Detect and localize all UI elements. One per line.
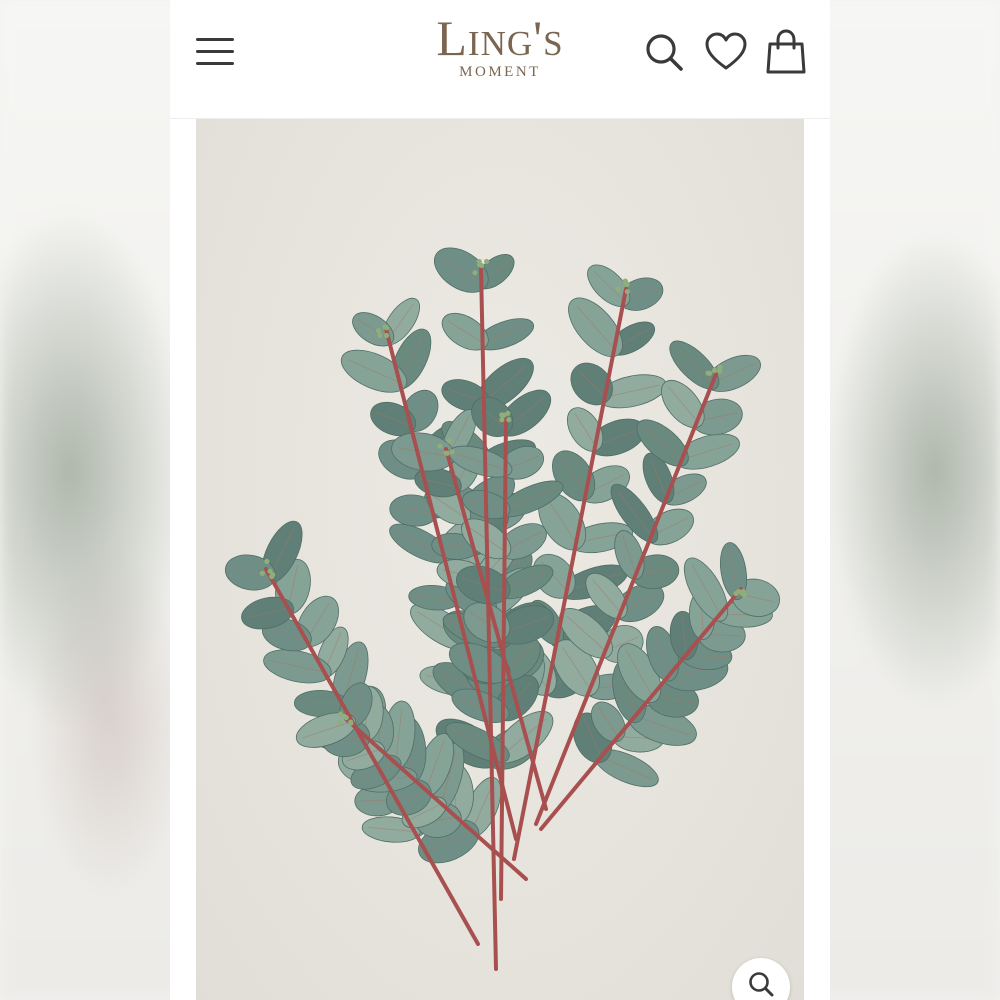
seed-bud [711, 367, 718, 374]
seed-bud [343, 715, 349, 721]
seed-bud [444, 450, 450, 456]
seed-bud [383, 325, 390, 331]
seed-bud [717, 368, 723, 374]
seed-bud [446, 438, 452, 444]
seed-bud [472, 270, 478, 276]
shopping-bag-icon [766, 29, 806, 74]
wishlist-button[interactable] [702, 28, 750, 76]
logo-main-text: Ling's [436, 10, 564, 66]
seed-bud [449, 449, 455, 455]
seed-bud [739, 590, 745, 596]
seed-bud [484, 258, 490, 265]
mobile-page: Ling's MOMENT [170, 0, 830, 1000]
seed-bud [267, 568, 273, 574]
eucalyptus-illustration [224, 247, 780, 971]
product-image[interactable] [196, 119, 804, 1000]
seed-bud [615, 286, 621, 292]
brand-logo[interactable]: Ling's MOMENT [395, 10, 605, 81]
seed-bud [375, 328, 382, 334]
seed-bud [259, 570, 265, 576]
seed-bud [437, 443, 443, 449]
seed-bud [377, 332, 383, 338]
heart-icon [705, 32, 747, 70]
seed-bud [499, 417, 505, 423]
logo-sub-text: MOMENT [459, 64, 541, 80]
menu-button[interactable] [192, 30, 238, 74]
seed-bud [384, 332, 390, 339]
seed-bud [338, 711, 344, 717]
seed-bud [505, 410, 511, 416]
seed-bud [705, 370, 711, 376]
search-button[interactable] [640, 28, 688, 76]
seed-bud [506, 417, 512, 423]
search-icon [646, 34, 683, 71]
cart-button[interactable] [762, 28, 810, 76]
seed-bud [479, 262, 485, 269]
site-header: Ling's MOMENT [170, 0, 830, 119]
seed-bud [337, 720, 343, 726]
zoom-icon [749, 972, 774, 997]
seed-bud [622, 278, 628, 284]
seed-bud [264, 558, 270, 564]
seed-bud [624, 289, 630, 295]
seed-bud [348, 719, 354, 725]
